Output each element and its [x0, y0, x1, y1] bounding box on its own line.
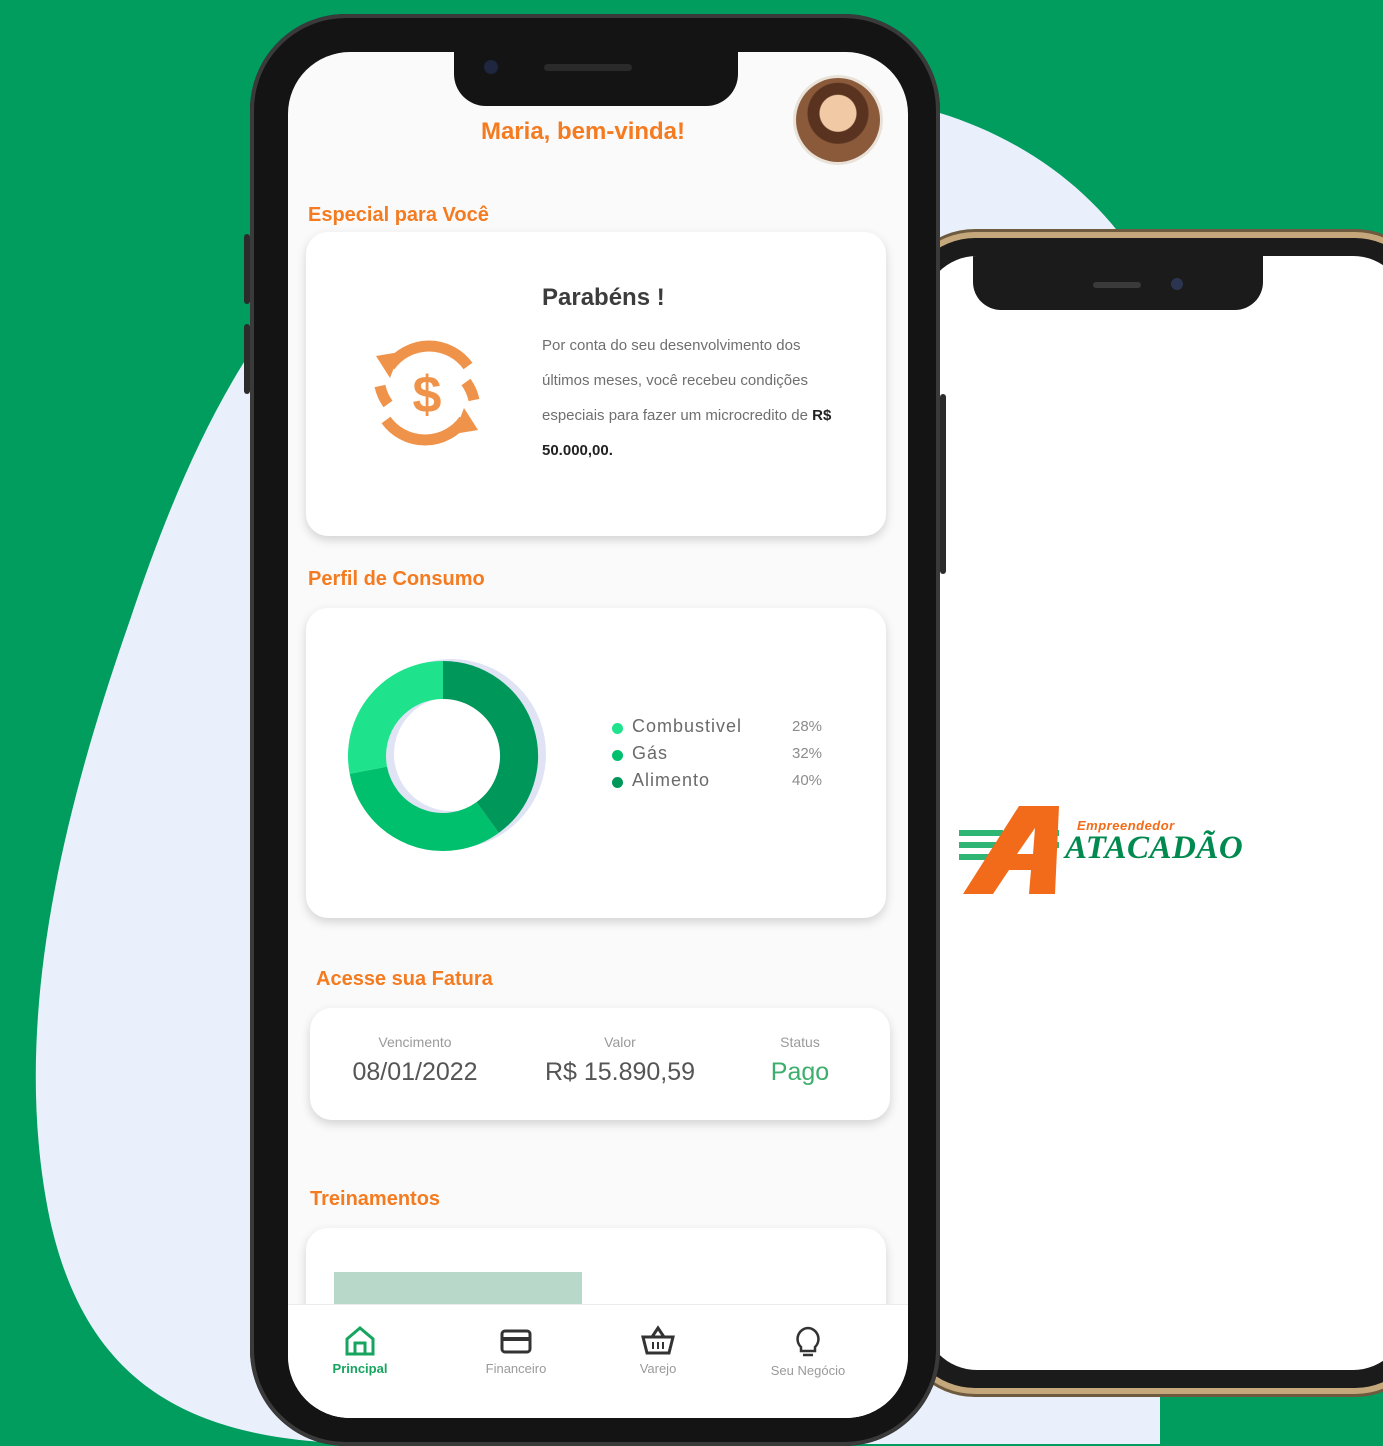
logo-wordmark: ATACADÃO	[1065, 830, 1244, 866]
camera	[1171, 278, 1183, 290]
invoice-status-label: Status	[780, 1034, 820, 1050]
tab-principal[interactable]: Principal	[290, 1325, 430, 1376]
invoice-card[interactable]: Vencimento 08/01/2022 Valor R$ 15.890,59…	[310, 1008, 890, 1120]
legend-value: 32%	[792, 745, 823, 762]
invoice-due-label: Vencimento	[378, 1034, 452, 1050]
power-button	[940, 394, 946, 574]
offer-description: Por conta do seu desenvolvimento dos últ…	[542, 328, 842, 468]
atacadao-logo: Empreendedor ATACADÃO	[959, 788, 1299, 898]
greeting-title: Maria, bem-vinda!	[480, 118, 686, 145]
legend-item: Combustivel 28%	[612, 716, 872, 740]
invoice-section-title: Acesse sua Fatura	[316, 968, 493, 990]
volume-down-button	[244, 324, 250, 394]
tab-label: Principal	[332, 1361, 388, 1376]
svg-text:$: $	[413, 366, 442, 424]
tab-varejo[interactable]: Varejo	[588, 1325, 728, 1376]
offer-text: Por conta do seu desenvolvimento dos últ…	[542, 337, 808, 424]
consumption-donut-chart	[348, 659, 546, 851]
invoice-status: Status Pago	[740, 1034, 860, 1087]
splash-screen: Empreendedor ATACADÃO	[923, 256, 1383, 1370]
home-icon	[345, 1326, 375, 1356]
user-avatar[interactable]	[796, 78, 880, 162]
consumption-section-title: Perfil de Consumo	[308, 568, 485, 590]
basket-icon	[641, 1325, 675, 1355]
app-screen: Maria, bem-vinda! Especial para Você $ P…	[288, 52, 908, 1418]
donut-slice-combustivel	[348, 661, 444, 774]
lightbulb-icon	[796, 1326, 820, 1357]
bottom-tab-bar: Principal Financeiro Varejo Seu Negócio	[288, 1304, 908, 1418]
card-icon	[500, 1329, 532, 1354]
phone-notch	[454, 50, 738, 106]
legend-dot	[612, 777, 623, 788]
invoice-due-value: 08/01/2022	[352, 1058, 478, 1086]
legend-label: Alimento	[632, 770, 711, 790]
invoice-amount: Valor R$ 15.890,59	[530, 1034, 710, 1087]
invoice-status-value: Pago	[770, 1058, 830, 1086]
donut-slice-gás	[349, 765, 499, 851]
legend-label: Combustivel	[632, 716, 743, 736]
legend-dot	[612, 723, 623, 734]
offer-title: Parabéns !	[542, 284, 665, 311]
dollar-exchange-icon: $	[374, 340, 480, 446]
consumption-card[interactable]: Combustivel 28% Gás 32% Alimento 40%	[306, 608, 886, 918]
special-offer-card[interactable]: $ Parabéns ! Por conta do seu desenvolvi…	[306, 232, 886, 536]
tab-label: Seu Negócio	[770, 1363, 846, 1378]
invoice-amount-value: R$ 15.890,59	[544, 1058, 696, 1086]
special-section-title: Especial para Você	[308, 204, 489, 226]
invoice-due: Vencimento 08/01/2022	[330, 1034, 500, 1087]
legend-item: Gás 32%	[612, 743, 872, 767]
legend-value: 40%	[792, 772, 823, 789]
speaker	[1093, 282, 1141, 288]
legend-dot	[612, 750, 623, 761]
tab-seu-negocio[interactable]: Seu Negócio	[738, 1325, 878, 1378]
legend-label: Gás	[632, 743, 669, 763]
tab-financeiro[interactable]: Financeiro	[446, 1325, 586, 1376]
splash-phone-notch	[973, 256, 1263, 310]
volume-up-button	[244, 234, 250, 304]
training-section-title: Treinamentos	[310, 1188, 441, 1210]
legend-item: Alimento 40%	[612, 770, 872, 794]
tab-label: Varejo	[639, 1361, 677, 1376]
tab-label: Financeiro	[485, 1361, 547, 1376]
splash-phone: Empreendedor ATACADÃO	[905, 238, 1383, 1388]
legend-value: 28%	[792, 718, 823, 735]
donut-slice-alimento	[442, 661, 538, 833]
earpiece-speaker	[544, 64, 632, 71]
invoice-amount-label: Valor	[604, 1034, 636, 1050]
front-camera	[484, 60, 498, 74]
